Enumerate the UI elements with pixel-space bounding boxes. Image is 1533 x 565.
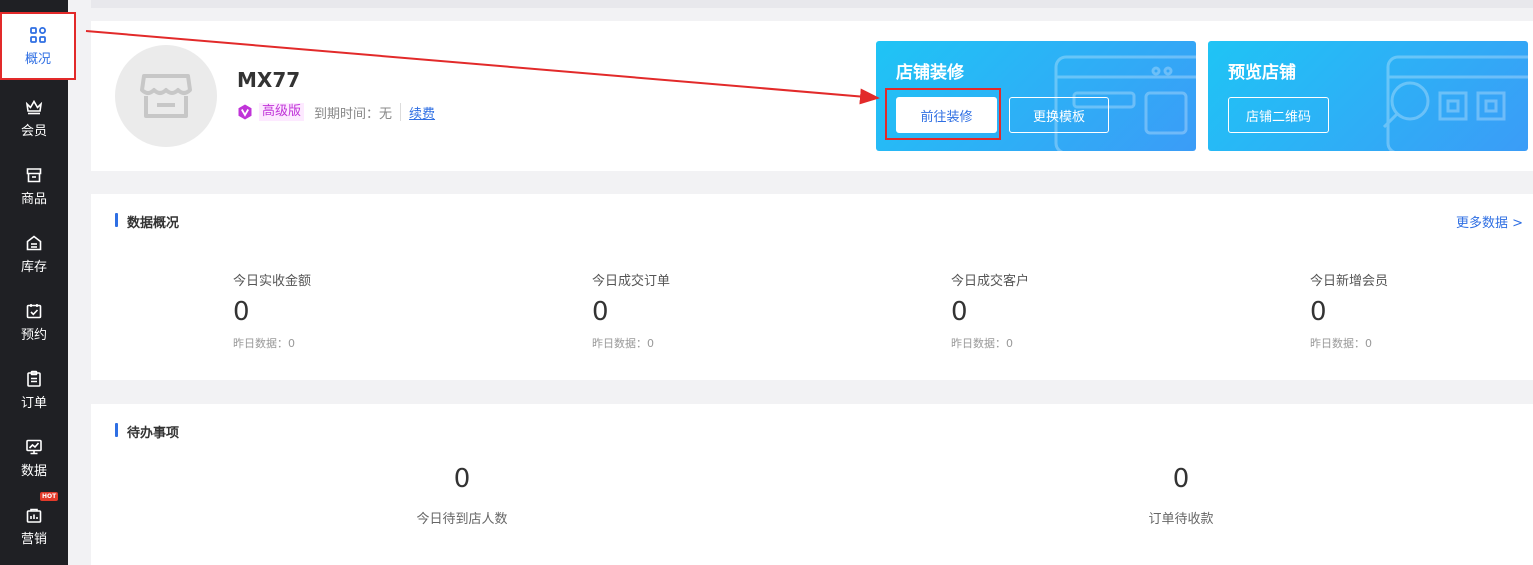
sidebar: 概况 会员 商品 库存 预约 订单 数据 HOT 营销 bbox=[0, 0, 76, 565]
store-avatar bbox=[115, 45, 217, 147]
grid-icon bbox=[30, 26, 46, 43]
premium-v-icon bbox=[238, 104, 252, 120]
sidebar-item-label: 预约 bbox=[20, 327, 47, 343]
plan-label: 高级版 bbox=[259, 103, 305, 121]
shop-bag-icon bbox=[26, 508, 42, 523]
decorate-card-title: 店铺装修 bbox=[896, 63, 964, 83]
preview-card: 预览店铺 店铺二维码 bbox=[1208, 41, 1528, 151]
sidebar-item-products[interactable]: 商品 bbox=[0, 152, 68, 220]
stat-label: 今日成交客户 bbox=[951, 274, 1030, 289]
expire-text: 到期时间：无 bbox=[314, 106, 393, 122]
sidebar-item-booking[interactable]: 预约 bbox=[0, 288, 68, 356]
store-icon bbox=[140, 74, 192, 118]
stat-yesterday: 昨日数据：0 bbox=[233, 337, 295, 350]
sidebar-item-label: 营销 bbox=[20, 531, 47, 547]
store-icon bbox=[26, 167, 42, 182]
sidebar-item-inventory[interactable]: 库存 bbox=[0, 220, 68, 288]
hot-badge: HOT bbox=[40, 492, 59, 501]
todo-label: 订单待收款 bbox=[1148, 512, 1214, 527]
todo-panel: 待办事项 0 今日待到店人数 0 订单待收款 bbox=[91, 404, 1533, 565]
more-data-link[interactable]: 更多数据 > bbox=[1456, 212, 1523, 231]
decorate-illustration-icon bbox=[1054, 55, 1196, 151]
warehouse-icon bbox=[26, 234, 42, 250]
sidebar-item-label: 商品 bbox=[20, 191, 47, 207]
preview-card-title: 预览店铺 bbox=[1228, 63, 1296, 83]
todo-value: 0 bbox=[453, 464, 471, 494]
store-qrcode-button[interactable]: 店铺二维码 bbox=[1228, 97, 1329, 133]
sidebar-item-data[interactable]: 数据 bbox=[0, 424, 68, 492]
stat-label: 今日新增会员 bbox=[1310, 274, 1389, 289]
stat-value: 0 bbox=[592, 297, 609, 327]
todo-item-receivables[interactable]: 0 订单待收款 bbox=[1081, 464, 1281, 527]
data-overview-panel: 数据概况 更多数据 > 今日实收金额 0 昨日数据：0 今日成交订单 0 昨日数… bbox=[91, 194, 1533, 380]
chart-icon bbox=[26, 439, 42, 454]
change-template-button[interactable]: 更换模板 bbox=[1009, 97, 1109, 133]
todo-label: 今日待到店人数 bbox=[416, 512, 508, 527]
sidebar-item-label: 概况 bbox=[24, 51, 51, 67]
stat-value: 0 bbox=[233, 297, 250, 327]
sidebar-item-orders[interactable]: 订单 bbox=[0, 356, 68, 424]
stat-label: 今日成交订单 bbox=[592, 274, 671, 289]
sidebar-item-label: 数据 bbox=[20, 463, 47, 479]
sidebar-item-members[interactable]: 会员 bbox=[0, 84, 68, 152]
calendar-check-icon bbox=[26, 303, 42, 318]
clipboard-icon bbox=[27, 370, 41, 387]
go-decorate-button[interactable]: 前往装修 bbox=[896, 97, 997, 133]
store-name: MX77 bbox=[237, 68, 301, 92]
top-strip bbox=[91, 0, 1533, 8]
stat-value: 0 bbox=[951, 297, 968, 327]
stat-value: 0 bbox=[1310, 297, 1327, 327]
renew-link[interactable]: 续费 bbox=[409, 103, 435, 122]
todo-value: 0 bbox=[1172, 464, 1190, 494]
crown-icon bbox=[25, 99, 43, 114]
stat-today-new-members: 今日新增会员 0 昨日数据：0 bbox=[1310, 270, 1388, 351]
stat-yesterday: 昨日数据：0 bbox=[592, 337, 654, 350]
store-panel: MX77 高级版 到期时间：无 续费 店铺装修 前往装修 更换模板 预览店铺 店… bbox=[91, 21, 1533, 171]
todo-item-arrivals[interactable]: 0 今日待到店人数 bbox=[362, 464, 562, 527]
stat-today-orders: 今日成交订单 0 昨日数据：0 bbox=[592, 270, 670, 351]
todo-title: 待办事项 bbox=[115, 422, 179, 441]
plan-badge: 高级版 bbox=[237, 102, 305, 122]
qr-magnifier-illustration-icon bbox=[1382, 55, 1528, 151]
sidebar-item-label: 库存 bbox=[20, 259, 47, 275]
sidebar-item-overview[interactable]: 概况 bbox=[0, 12, 76, 80]
stat-today-revenue: 今日实收金额 0 昨日数据：0 bbox=[233, 270, 311, 351]
decorate-card: 店铺装修 前往装修 更换模板 bbox=[876, 41, 1196, 151]
sidebar-item-label: 会员 bbox=[20, 123, 47, 139]
stat-label: 今日实收金额 bbox=[233, 274, 312, 289]
stat-yesterday: 昨日数据：0 bbox=[951, 337, 1013, 350]
sidebar-item-label: 订单 bbox=[20, 395, 47, 411]
stat-yesterday: 昨日数据：0 bbox=[1310, 337, 1372, 350]
data-overview-title: 数据概况 bbox=[115, 212, 179, 231]
divider bbox=[400, 103, 402, 121]
sidebar-item-marketing[interactable]: HOT 营销 bbox=[0, 492, 68, 560]
stat-today-customers: 今日成交客户 0 昨日数据：0 bbox=[951, 270, 1029, 351]
plan-row: 高级版 到期时间：无 续费 bbox=[237, 102, 435, 122]
